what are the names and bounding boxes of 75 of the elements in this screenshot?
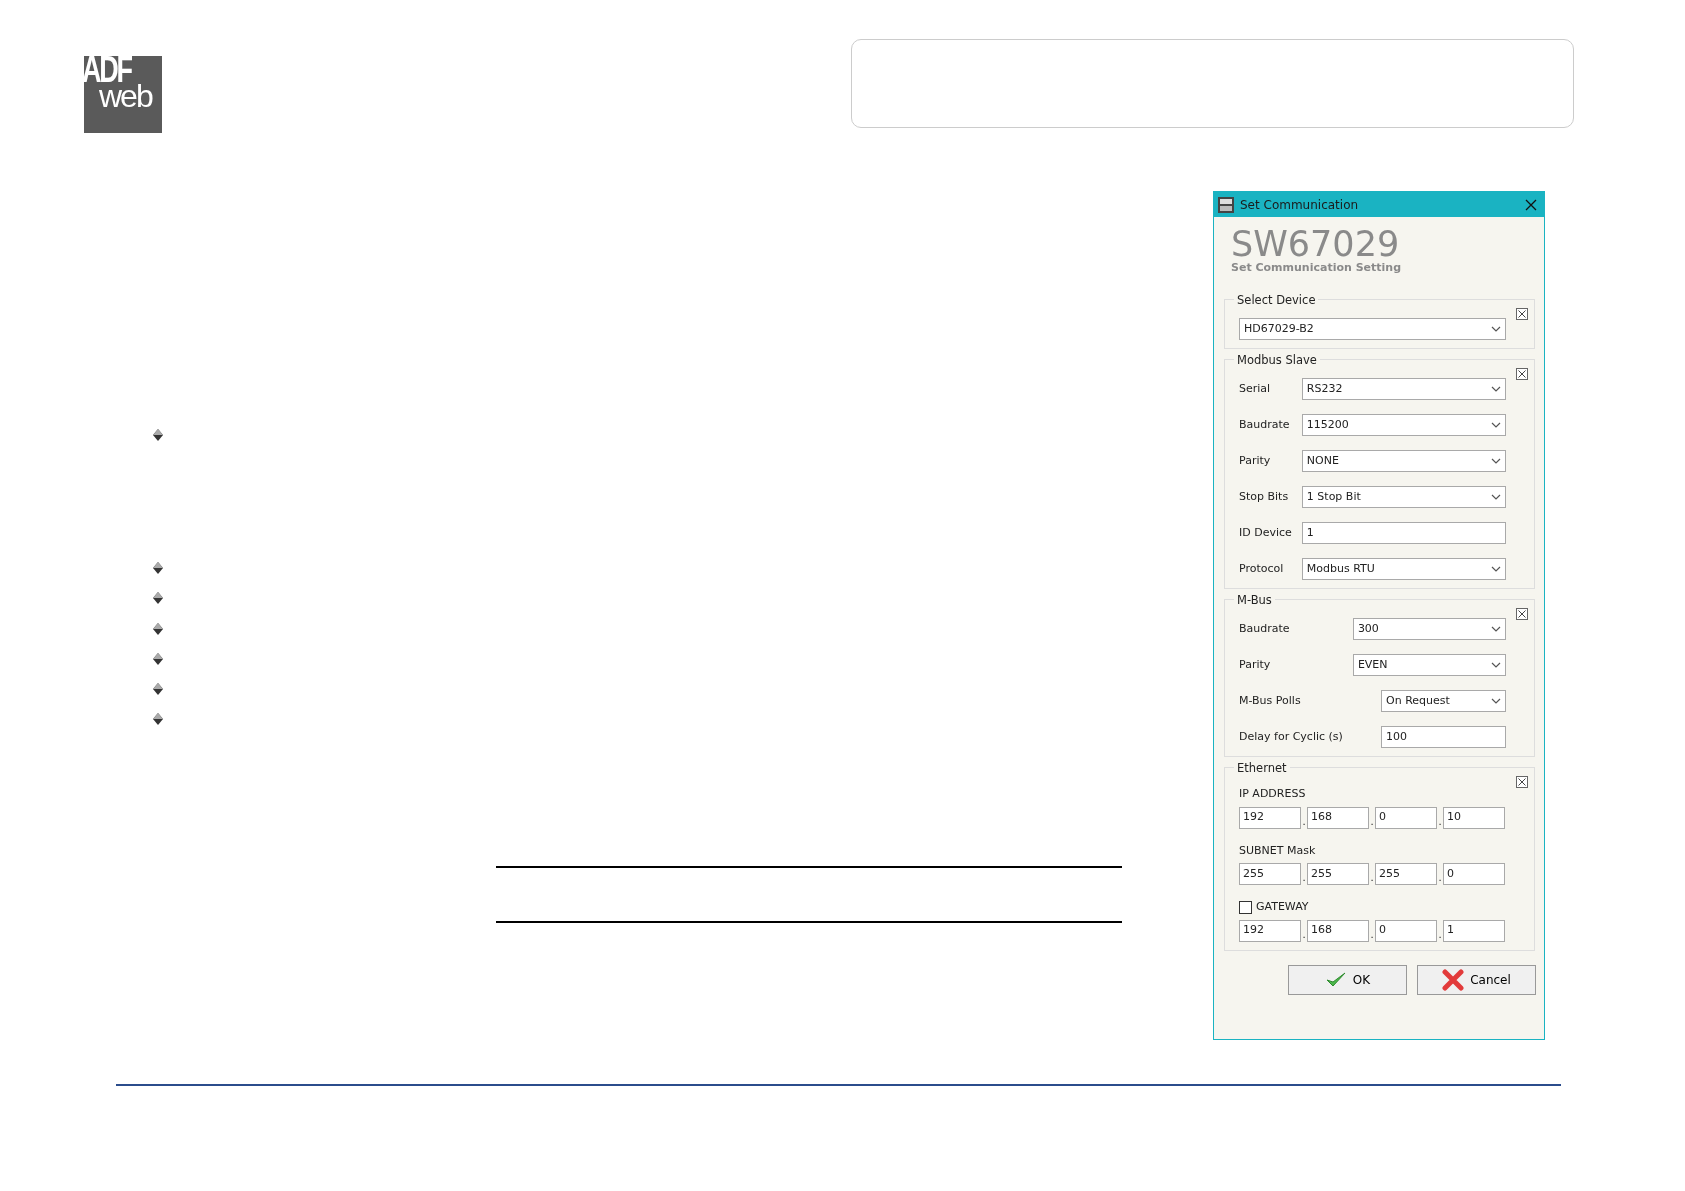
diamond-bullet-icon: [151, 712, 165, 726]
octet-field[interactable]: 255: [1239, 863, 1301, 885]
dropdown[interactable]: NONE: [1301, 450, 1506, 472]
close-box-icon: [1516, 776, 1528, 788]
diamond-bullet-icon: [151, 428, 165, 442]
diamond-bullet-icon: [151, 622, 165, 636]
octet-field[interactable]: 1: [1443, 919, 1505, 942]
dropdown[interactable]: 115200: [1301, 414, 1506, 436]
dot-separator: .: [1369, 871, 1375, 885]
dropdown[interactable]: Modbus RTU: [1301, 558, 1506, 580]
dot-separator: .: [1437, 927, 1443, 942]
window-title: Set Communication: [1240, 196, 1360, 214]
chevron-down-icon: [1491, 422, 1501, 428]
field-label: IP ADDRESS: [1239, 786, 1306, 802]
diamond-bullet-icon: [151, 561, 165, 575]
octet-field[interactable]: 168: [1307, 806, 1369, 829]
octet-field[interactable]: 192: [1239, 806, 1301, 829]
ok-button[interactable]: OK: [1288, 964, 1407, 995]
dot-separator: .: [1437, 814, 1443, 829]
dot-separator: .: [1301, 927, 1307, 942]
chevron-down-icon: [1491, 494, 1501, 500]
chevron-down-icon: [1491, 566, 1501, 572]
octet-field[interactable]: 0: [1443, 863, 1505, 885]
dropdown[interactable]: 1 Stop Bit: [1301, 486, 1506, 508]
input-field[interactable]: 100: [1381, 726, 1506, 748]
diamond-bullet-icon: [151, 652, 165, 666]
field-label: Parity: [1239, 452, 1272, 469]
diamond-bullet-icon: [151, 682, 165, 696]
dot-separator: .: [1369, 927, 1375, 942]
diamond-bullet-icon: [151, 591, 165, 605]
app-icon: [1218, 196, 1234, 213]
close-box-icon: [1516, 308, 1528, 320]
field-label: SUBNET Mask: [1239, 842, 1316, 859]
input-field[interactable]: 1: [1301, 522, 1506, 544]
dropdown[interactable]: HD67029-B2: [1239, 318, 1506, 340]
field-label: GATEWAY: [1256, 899, 1309, 915]
chevron-down-icon: [1491, 386, 1501, 392]
octet-field[interactable]: 255: [1375, 863, 1437, 885]
close-box-icon: [1516, 368, 1528, 380]
dropdown[interactable]: 300: [1352, 618, 1506, 640]
cross-icon: [1442, 968, 1465, 991]
chevron-down-icon: [1491, 662, 1501, 668]
octet-field[interactable]: 0: [1375, 919, 1437, 942]
field-label: Serial: [1239, 380, 1272, 397]
checkmark-icon: [1324, 970, 1347, 989]
chevron-down-icon: [1491, 698, 1501, 704]
dropdown[interactable]: RS232: [1301, 378, 1506, 400]
product-code: SW67029: [1231, 227, 1400, 262]
dot-separator: .: [1369, 814, 1375, 829]
field-label: M-Bus Polls: [1239, 692, 1302, 709]
field-label: Delay for Cyclic (s): [1239, 728, 1343, 745]
field-label: Baudrate: [1239, 620, 1291, 637]
dropdown[interactable]: EVEN: [1352, 654, 1506, 676]
octet-field[interactable]: 255: [1307, 863, 1369, 885]
chevron-down-icon: [1491, 326, 1501, 332]
close-box-icon: [1516, 608, 1528, 620]
checkbox[interactable]: [1239, 900, 1252, 914]
dot-separator: .: [1301, 814, 1307, 829]
chevron-down-icon: [1491, 626, 1501, 632]
field-label: Parity: [1239, 656, 1272, 673]
field-label: Baudrate: [1239, 416, 1291, 433]
field-label: ID Device: [1239, 524, 1292, 541]
cancel-button[interactable]: Cancel: [1417, 964, 1536, 995]
octet-field[interactable]: 192: [1239, 919, 1301, 942]
octet-field[interactable]: 0: [1375, 806, 1437, 829]
field-label: Stop Bits: [1239, 488, 1290, 505]
close-icon[interactable]: [1524, 197, 1538, 212]
dot-separator: .: [1301, 871, 1307, 885]
chevron-down-icon: [1491, 458, 1501, 464]
dot-separator: .: [1437, 871, 1443, 885]
octet-field[interactable]: 10: [1443, 806, 1505, 829]
dropdown[interactable]: On Request: [1381, 690, 1506, 712]
octet-field[interactable]: 168: [1307, 919, 1369, 942]
dialog-subtitle: Set Communication Setting: [1231, 262, 1403, 273]
field-label: Protocol: [1239, 560, 1285, 577]
